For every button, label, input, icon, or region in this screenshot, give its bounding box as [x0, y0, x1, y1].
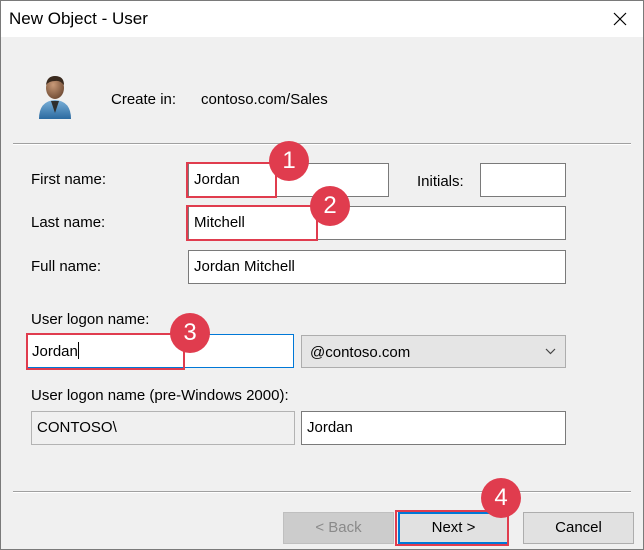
first-name-label: First name: — [31, 171, 107, 188]
back-button[interactable]: < Back — [283, 512, 394, 544]
chevron-down-icon — [545, 348, 556, 355]
create-in-label: Create in: — [111, 91, 177, 108]
title-bar: New Object - User — [1, 1, 643, 37]
initials-label: Initials: — [417, 173, 464, 190]
create-in-value: contoso.com/Sales — [201, 91, 328, 108]
full-name-field[interactable]: Jordan Mitchell — [188, 250, 566, 284]
header-divider — [13, 143, 631, 145]
full-name-label: Full name: — [31, 258, 102, 275]
callout-badge-3: 3 — [170, 313, 210, 353]
initials-field[interactable] — [480, 163, 566, 197]
domain-select[interactable]: @contoso.com — [301, 335, 566, 368]
callout-badge-1: 1 — [269, 141, 309, 181]
callout-badge-4: 4 — [481, 478, 521, 518]
text-caret — [77, 342, 79, 359]
pre2000-label: User logon name (pre-Windows 2000): — [31, 387, 289, 404]
pre2000-name-field[interactable]: Jordan — [301, 411, 566, 445]
logon-name-field[interactable]: Jordan — [26, 334, 294, 368]
window-title: New Object - User — [9, 9, 148, 28]
logon-name-text: Jordan — [32, 343, 78, 360]
cancel-button[interactable]: Cancel — [523, 512, 634, 544]
next-button[interactable]: Next > — [398, 512, 509, 544]
domain-select-value: @contoso.com — [310, 344, 411, 361]
user-icon — [35, 73, 75, 121]
new-object-user-dialog: New Object - User Create in: contoso.com… — [0, 0, 644, 550]
close-button[interactable] — [597, 1, 643, 37]
close-icon — [613, 12, 627, 26]
last-name-label: Last name: — [31, 214, 106, 231]
last-name-field[interactable]: Mitchell — [188, 206, 566, 240]
pre2000-domain-field: CONTOSO\ — [31, 411, 295, 445]
callout-badge-2: 2 — [310, 186, 350, 226]
footer-divider — [13, 491, 631, 493]
logon-name-label: User logon name: — [31, 311, 150, 328]
